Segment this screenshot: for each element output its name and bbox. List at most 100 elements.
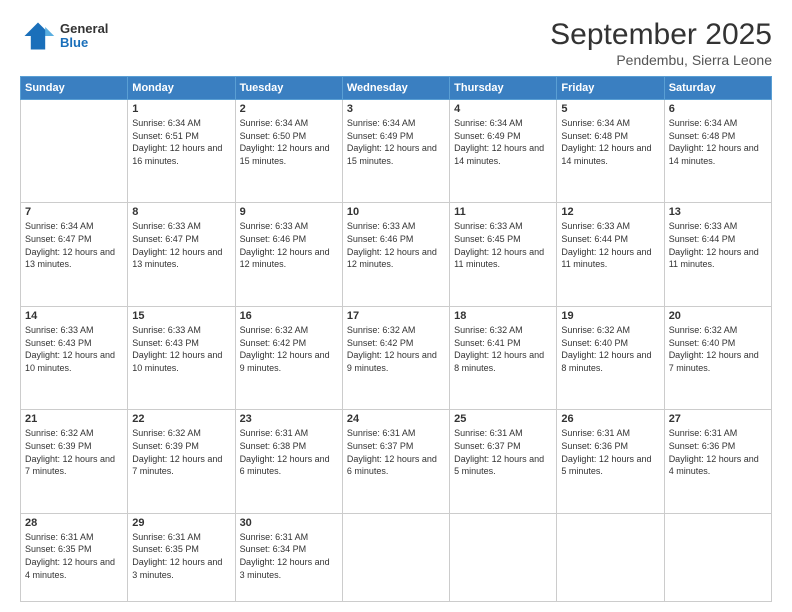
header: General Blue September 2025 Pendembu, Si… (20, 18, 772, 68)
day-info: Sunrise: 6:34 AMSunset: 6:49 PMDaylight:… (454, 117, 552, 167)
table-row: 21 Sunrise: 6:32 AMSunset: 6:39 PMDaylig… (21, 410, 128, 513)
day-number: 8 (132, 206, 230, 218)
table-row: 9 Sunrise: 6:33 AMSunset: 6:46 PMDayligh… (235, 203, 342, 306)
day-number: 9 (240, 206, 338, 218)
day-number: 12 (561, 206, 659, 218)
col-saturday: Saturday (664, 77, 771, 100)
day-number: 11 (454, 206, 552, 218)
day-info: Sunrise: 6:32 AMSunset: 6:41 PMDaylight:… (454, 324, 552, 374)
table-row (557, 513, 664, 601)
table-row: 13 Sunrise: 6:33 AMSunset: 6:44 PMDaylig… (664, 203, 771, 306)
day-info: Sunrise: 6:31 AMSunset: 6:35 PMDaylight:… (132, 531, 230, 581)
day-info: Sunrise: 6:34 AMSunset: 6:48 PMDaylight:… (669, 117, 767, 167)
table-row: 15 Sunrise: 6:33 AMSunset: 6:43 PMDaylig… (128, 306, 235, 409)
day-number: 14 (25, 310, 123, 322)
table-row: 7 Sunrise: 6:34 AMSunset: 6:47 PMDayligh… (21, 203, 128, 306)
day-info: Sunrise: 6:34 AMSunset: 6:50 PMDaylight:… (240, 117, 338, 167)
calendar-week-row: 1 Sunrise: 6:34 AMSunset: 6:51 PMDayligh… (21, 100, 772, 203)
day-number: 25 (454, 413, 552, 425)
table-row: 12 Sunrise: 6:33 AMSunset: 6:44 PMDaylig… (557, 203, 664, 306)
day-number: 4 (454, 103, 552, 115)
day-number: 6 (669, 103, 767, 115)
calendar-header-row: Sunday Monday Tuesday Wednesday Thursday… (21, 77, 772, 100)
logo-icon (20, 18, 56, 54)
day-info: Sunrise: 6:31 AMSunset: 6:36 PMDaylight:… (669, 427, 767, 477)
day-number: 17 (347, 310, 445, 322)
day-number: 26 (561, 413, 659, 425)
day-info: Sunrise: 6:31 AMSunset: 6:37 PMDaylight:… (347, 427, 445, 477)
table-row: 6 Sunrise: 6:34 AMSunset: 6:48 PMDayligh… (664, 100, 771, 203)
table-row: 26 Sunrise: 6:31 AMSunset: 6:36 PMDaylig… (557, 410, 664, 513)
table-row: 30 Sunrise: 6:31 AMSunset: 6:34 PMDaylig… (235, 513, 342, 601)
table-row: 29 Sunrise: 6:31 AMSunset: 6:35 PMDaylig… (128, 513, 235, 601)
table-row (664, 513, 771, 601)
table-row: 11 Sunrise: 6:33 AMSunset: 6:45 PMDaylig… (450, 203, 557, 306)
day-info: Sunrise: 6:34 AMSunset: 6:49 PMDaylight:… (347, 117, 445, 167)
table-row: 5 Sunrise: 6:34 AMSunset: 6:48 PMDayligh… (557, 100, 664, 203)
day-info: Sunrise: 6:32 AMSunset: 6:39 PMDaylight:… (25, 427, 123, 477)
table-row (450, 513, 557, 601)
table-row: 19 Sunrise: 6:32 AMSunset: 6:40 PMDaylig… (557, 306, 664, 409)
logo-blue: Blue (60, 36, 108, 50)
day-number: 29 (132, 517, 230, 529)
calendar-week-row: 28 Sunrise: 6:31 AMSunset: 6:35 PMDaylig… (21, 513, 772, 601)
day-number: 22 (132, 413, 230, 425)
table-row: 27 Sunrise: 6:31 AMSunset: 6:36 PMDaylig… (664, 410, 771, 513)
table-row: 17 Sunrise: 6:32 AMSunset: 6:42 PMDaylig… (342, 306, 449, 409)
day-number: 16 (240, 310, 338, 322)
day-number: 1 (132, 103, 230, 115)
table-row: 10 Sunrise: 6:33 AMSunset: 6:46 PMDaylig… (342, 203, 449, 306)
day-number: 20 (669, 310, 767, 322)
table-row: 22 Sunrise: 6:32 AMSunset: 6:39 PMDaylig… (128, 410, 235, 513)
col-wednesday: Wednesday (342, 77, 449, 100)
day-number: 24 (347, 413, 445, 425)
col-sunday: Sunday (21, 77, 128, 100)
day-number: 28 (25, 517, 123, 529)
table-row: 18 Sunrise: 6:32 AMSunset: 6:41 PMDaylig… (450, 306, 557, 409)
day-number: 13 (669, 206, 767, 218)
day-info: Sunrise: 6:33 AMSunset: 6:44 PMDaylight:… (561, 220, 659, 270)
title-block: September 2025 Pendembu, Sierra Leone (550, 18, 772, 68)
table-row: 25 Sunrise: 6:31 AMSunset: 6:37 PMDaylig… (450, 410, 557, 513)
day-info: Sunrise: 6:34 AMSunset: 6:47 PMDaylight:… (25, 220, 123, 270)
col-thursday: Thursday (450, 77, 557, 100)
day-info: Sunrise: 6:31 AMSunset: 6:36 PMDaylight:… (561, 427, 659, 477)
day-info: Sunrise: 6:32 AMSunset: 6:40 PMDaylight:… (561, 324, 659, 374)
day-number: 3 (347, 103, 445, 115)
day-number: 19 (561, 310, 659, 322)
day-info: Sunrise: 6:33 AMSunset: 6:44 PMDaylight:… (669, 220, 767, 270)
table-row: 2 Sunrise: 6:34 AMSunset: 6:50 PMDayligh… (235, 100, 342, 203)
table-row: 28 Sunrise: 6:31 AMSunset: 6:35 PMDaylig… (21, 513, 128, 601)
table-row: 14 Sunrise: 6:33 AMSunset: 6:43 PMDaylig… (21, 306, 128, 409)
table-row: 23 Sunrise: 6:31 AMSunset: 6:38 PMDaylig… (235, 410, 342, 513)
day-info: Sunrise: 6:31 AMSunset: 6:38 PMDaylight:… (240, 427, 338, 477)
calendar-table: Sunday Monday Tuesday Wednesday Thursday… (20, 76, 772, 602)
day-number: 30 (240, 517, 338, 529)
table-row: 4 Sunrise: 6:34 AMSunset: 6:49 PMDayligh… (450, 100, 557, 203)
page: General Blue September 2025 Pendembu, Si… (0, 0, 792, 612)
day-info: Sunrise: 6:32 AMSunset: 6:42 PMDaylight:… (347, 324, 445, 374)
logo-general: General (60, 22, 108, 36)
day-number: 15 (132, 310, 230, 322)
day-number: 27 (669, 413, 767, 425)
logo-text: General Blue (60, 22, 108, 51)
calendar-week-row: 7 Sunrise: 6:34 AMSunset: 6:47 PMDayligh… (21, 203, 772, 306)
day-info: Sunrise: 6:31 AMSunset: 6:34 PMDaylight:… (240, 531, 338, 581)
table-row (21, 100, 128, 203)
day-number: 23 (240, 413, 338, 425)
table-row: 24 Sunrise: 6:31 AMSunset: 6:37 PMDaylig… (342, 410, 449, 513)
table-row: 1 Sunrise: 6:34 AMSunset: 6:51 PMDayligh… (128, 100, 235, 203)
day-info: Sunrise: 6:32 AMSunset: 6:40 PMDaylight:… (669, 324, 767, 374)
table-row: 20 Sunrise: 6:32 AMSunset: 6:40 PMDaylig… (664, 306, 771, 409)
day-number: 18 (454, 310, 552, 322)
day-info: Sunrise: 6:34 AMSunset: 6:51 PMDaylight:… (132, 117, 230, 167)
table-row: 3 Sunrise: 6:34 AMSunset: 6:49 PMDayligh… (342, 100, 449, 203)
day-number: 2 (240, 103, 338, 115)
day-number: 5 (561, 103, 659, 115)
table-row (342, 513, 449, 601)
day-info: Sunrise: 6:32 AMSunset: 6:42 PMDaylight:… (240, 324, 338, 374)
month-year: September 2025 (550, 18, 772, 52)
day-info: Sunrise: 6:33 AMSunset: 6:47 PMDaylight:… (132, 220, 230, 270)
day-info: Sunrise: 6:32 AMSunset: 6:39 PMDaylight:… (132, 427, 230, 477)
calendar-week-row: 14 Sunrise: 6:33 AMSunset: 6:43 PMDaylig… (21, 306, 772, 409)
